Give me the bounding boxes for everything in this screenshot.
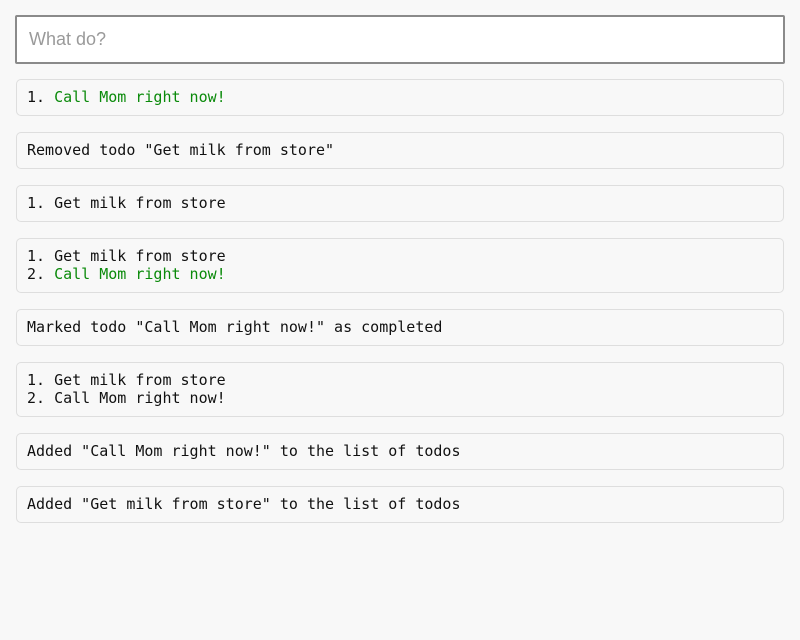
todo-item-number: 1.: [27, 194, 55, 212]
log-entry-todo-list: 1. Get milk from store: [16, 185, 784, 222]
todo-item-text: Get milk from store: [54, 247, 226, 265]
log-message-text: Added "Get milk from store" to the list …: [27, 495, 461, 513]
todo-list-item: 2. Call Mom right now!: [27, 265, 773, 283]
log-entry-message: Marked todo "Call Mom right now!" as com…: [16, 309, 784, 346]
log-entry-message: Added "Call Mom right now!" to the list …: [16, 433, 784, 470]
new-todo-input[interactable]: [15, 15, 785, 64]
todo-item-number: 1.: [27, 88, 55, 106]
log-entry-todo-list: 1. Get milk from store 2. Call Mom right …: [16, 238, 784, 293]
log-entry-todo-list: 1. Get milk from store 2. Call Mom right …: [16, 362, 784, 417]
log-message-text: Added "Call Mom right now!" to the list …: [27, 442, 461, 460]
log-message-text: Marked todo "Call Mom right now!" as com…: [27, 318, 443, 336]
todo-item-text-completed: Call Mom right now!: [54, 88, 226, 106]
todo-item-text: Call Mom right now!: [54, 389, 226, 407]
todo-list-item: 2. Call Mom right now!: [27, 389, 773, 407]
todo-item-number: 2.: [27, 265, 55, 283]
log-entry-message: Removed todo "Get milk from store": [16, 132, 784, 169]
todo-item-text: Get milk from store: [54, 371, 226, 389]
todo-list-item: 1. Get milk from store: [27, 371, 773, 389]
todo-item-text-completed: Call Mom right now!: [54, 265, 226, 283]
todo-item-number: 2.: [27, 389, 55, 407]
log-entry-message: Added "Get milk from store" to the list …: [16, 486, 784, 523]
todo-log: 1. Call Mom right now! Removed todo "Get…: [15, 79, 785, 523]
todo-list-item: 1. Get milk from store: [27, 194, 773, 212]
log-entry-todo-list: 1. Call Mom right now!: [16, 79, 784, 116]
todo-item-number: 1.: [27, 247, 55, 265]
todo-item-text: Get milk from store: [54, 194, 226, 212]
todo-item-number: 1.: [27, 371, 55, 389]
todo-list-item: 1. Get milk from store: [27, 247, 773, 265]
todo-app: 1. Call Mom right now! Removed todo "Get…: [0, 0, 800, 640]
log-message-text: Removed todo "Get milk from store": [27, 141, 335, 159]
todo-list-item: 1. Call Mom right now!: [27, 88, 773, 106]
